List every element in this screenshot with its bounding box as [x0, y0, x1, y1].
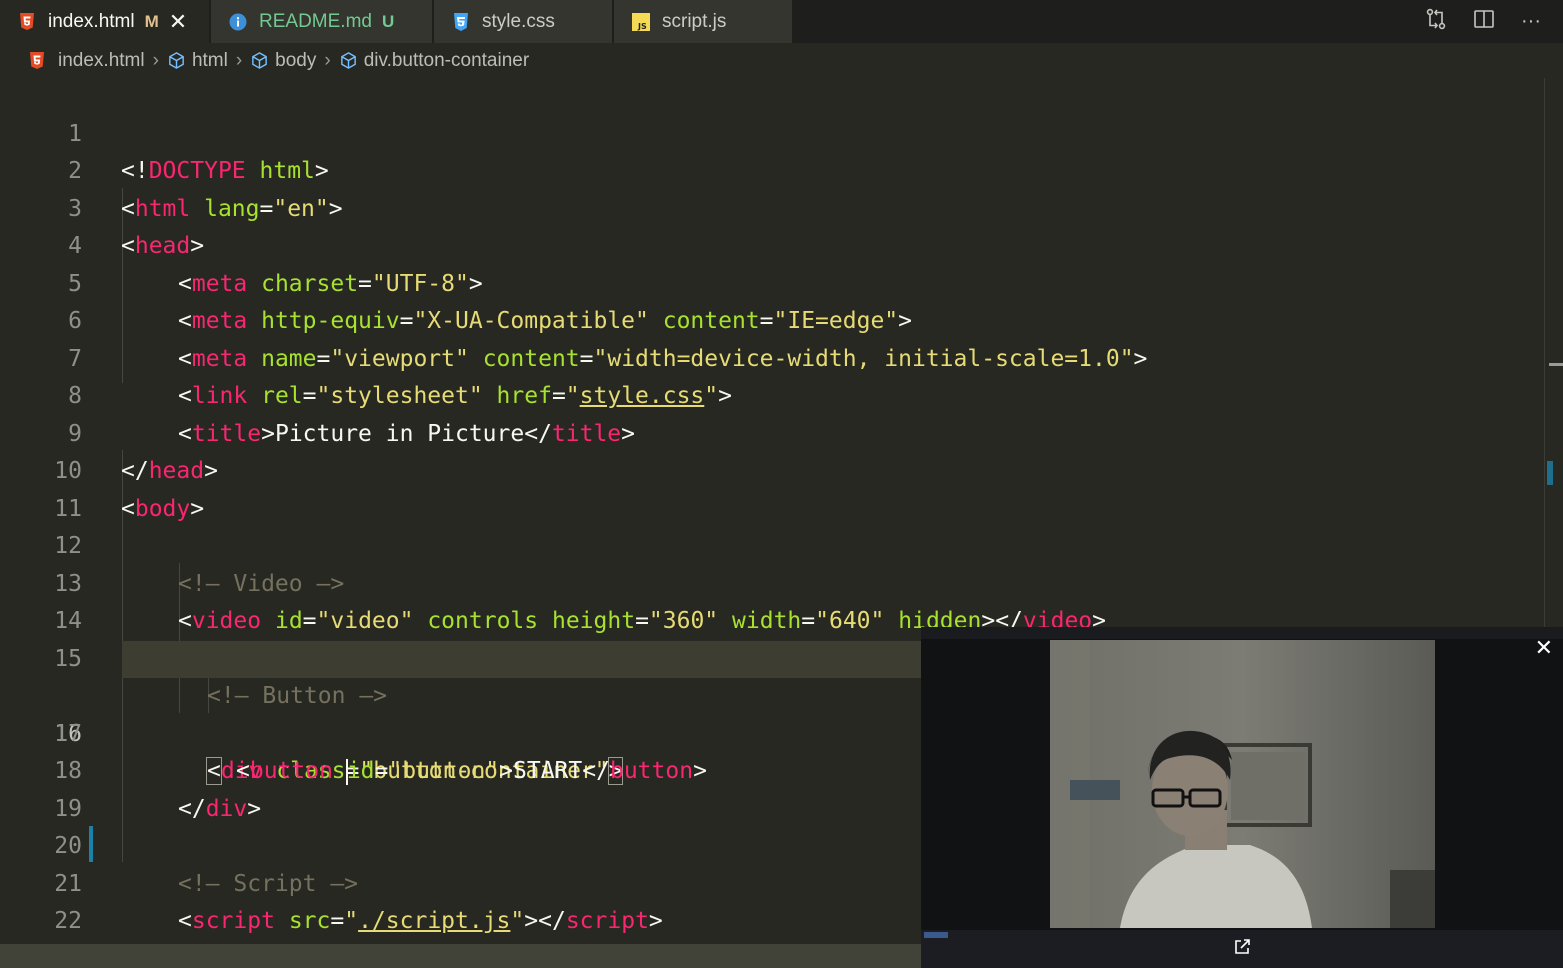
- untracked-badge: U: [381, 11, 395, 31]
- code-line: 14: [0, 566, 1545, 634]
- webcam-video-frame: [1050, 640, 1435, 928]
- split-editor-icon[interactable]: [1473, 9, 1495, 35]
- chevron-right-icon: ›: [152, 49, 159, 71]
- svg-text:JS: JS: [637, 22, 647, 31]
- chevron-right-icon: ›: [324, 49, 331, 71]
- symbol-element-icon: [340, 52, 356, 69]
- tab-label: script.js: [662, 10, 727, 32]
- code-line: 11: [0, 453, 1545, 522]
- code-line: 1 <!DOCTYPE html>: [0, 78, 1545, 185]
- code-line: 6 <meta name="viewport" content="width=d…: [0, 266, 1545, 372]
- html5-icon: [18, 12, 36, 32]
- compare-changes-icon[interactable]: [1425, 8, 1447, 36]
- code-line: 2 <html lang="en">: [0, 116, 1545, 222]
- breadcrumb-item-div[interactable]: div.button-container: [339, 50, 529, 72]
- breadcrumb: index.html › html › body › div.button-co…: [0, 43, 1563, 78]
- symbol-element-icon: [252, 52, 268, 69]
- code-line: 10 <body>: [0, 416, 1545, 522]
- symbol-element-icon: [169, 52, 184, 69]
- back-to-tab-icon[interactable]: [1233, 938, 1251, 956]
- html5-icon: [30, 52, 44, 69]
- picture-in-picture-window[interactable]: ✕: [921, 627, 1563, 968]
- code-line: 3 <head>: [0, 153, 1545, 260]
- breadcrumb-item-html[interactable]: html: [167, 50, 228, 72]
- info-icon: [229, 12, 247, 32]
- more-actions-icon[interactable]: ···: [1521, 10, 1541, 33]
- code-line: 9 </head>: [0, 378, 1545, 485]
- breadcrumb-label: div.button-container: [363, 49, 530, 71]
- tab-script-js[interactable]: JS script.js: [614, 0, 793, 43]
- chevron-right-icon: ›: [235, 49, 243, 71]
- css3-icon: [452, 12, 470, 32]
- code-line: 4 <meta charset="UTF-8">: [0, 191, 1545, 297]
- breadcrumb-label: body: [275, 49, 317, 71]
- code-line: 8 <title>Picture in Picture</title>: [0, 341, 1545, 447]
- code-line: 12 <!— Video —>: [0, 491, 1545, 597]
- change-marker: [1547, 461, 1553, 485]
- tab-label: index.html: [48, 10, 135, 32]
- code-line: 13 <video id="video" controls height="36…: [0, 528, 1545, 635]
- pip-control-bar: [921, 930, 1563, 968]
- tab-label: style.css: [482, 10, 555, 32]
- breadcrumb-label: html: [191, 49, 228, 71]
- pip-mode-indicator: [924, 932, 948, 938]
- close-pip-icon[interactable]: ✕: [1535, 637, 1553, 659]
- tab-style-css[interactable]: style.css: [434, 0, 613, 43]
- modified-badge: M: [144, 11, 159, 31]
- tab-bar: index.html M ✕ README.md U style.css JS …: [0, 0, 1563, 43]
- code-line: 5 <meta http-equiv="X-UA-Compatible" con…: [0, 228, 1545, 335]
- breadcrumb-item-file[interactable]: index.html: [30, 50, 145, 72]
- tab-readme-md[interactable]: README.md U: [211, 0, 433, 43]
- breadcrumb-label: index.html: [58, 49, 145, 71]
- pip-title-strip: [921, 627, 1563, 639]
- vscode-window: index.html M ✕ README.md U style.css JS …: [0, 0, 1563, 968]
- breadcrumb-item-body[interactable]: body: [250, 50, 316, 72]
- code-line: 7 <link rel="stylesheet" href="style.css…: [0, 303, 1545, 410]
- close-tab-icon[interactable]: ✕: [169, 9, 187, 35]
- js-icon: JS: [632, 12, 650, 32]
- cursor-marker: [1549, 363, 1563, 366]
- tab-label: README.md: [259, 10, 372, 32]
- editor-actions: ···: [1425, 0, 1541, 43]
- webcam-image: [1050, 640, 1435, 928]
- tab-index-html[interactable]: index.html M ✕: [0, 0, 210, 43]
